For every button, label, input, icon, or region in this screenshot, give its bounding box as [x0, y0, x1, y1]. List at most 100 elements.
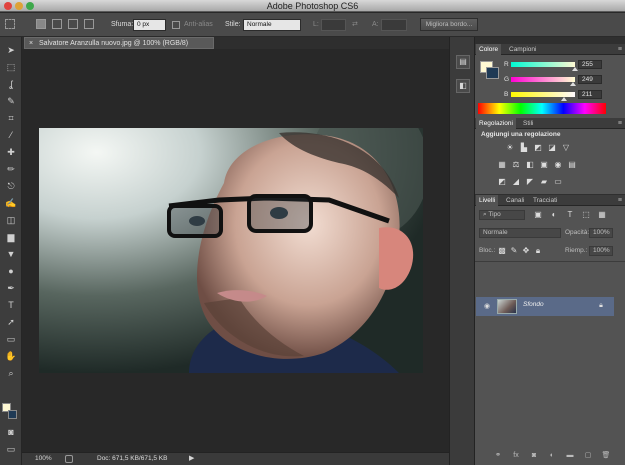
hand-tool-icon[interactable]: ✋ [3, 349, 19, 363]
layer-style-icon[interactable]: fx [511, 451, 521, 461]
brightness-contrast-icon[interactable]: ☀ [505, 143, 515, 153]
exposure-icon[interactable]: ◪ [547, 143, 557, 153]
screen-mode-icon[interactable]: ▭ [3, 442, 19, 456]
document-info-icon[interactable] [65, 455, 73, 463]
filter-shape-icon[interactable]: ⬚ [581, 210, 591, 220]
blend-mode-select[interactable]: Normale [479, 228, 561, 238]
threshold-icon[interactable]: ◤ [525, 177, 535, 187]
subtract-selection-icon[interactable] [68, 19, 78, 29]
eyedropper-tool-icon[interactable]: ⁄ [3, 128, 19, 142]
channel-mixer-icon[interactable]: ◉ [553, 160, 563, 170]
close-document-icon[interactable]: × [29, 38, 33, 49]
path-select-tool-icon[interactable]: ➚ [3, 315, 19, 329]
blur-tool-icon[interactable]: ▼ [3, 247, 19, 261]
document-canvas[interactable] [22, 49, 449, 452]
gradient-tool-icon[interactable]: ▆ [3, 230, 19, 244]
quick-mask-icon[interactable]: ◙ [3, 425, 19, 439]
adjustments-panel-menu-icon[interactable]: ≡ [618, 118, 622, 129]
opacity-input[interactable]: 100% [589, 228, 613, 238]
clone-stamp-tool-icon[interactable]: ⎋ [3, 179, 19, 193]
new-group-icon[interactable]: ▬ [565, 451, 575, 461]
tool-preset-icon[interactable] [5, 19, 15, 29]
channel-g-value[interactable]: 249 [578, 75, 602, 84]
type-tool-icon[interactable]: T [3, 298, 19, 312]
add-selection-icon[interactable] [52, 19, 62, 29]
hue-saturation-icon[interactable]: ▦ [497, 160, 507, 170]
new-selection-icon[interactable] [36, 19, 46, 29]
gradient-map-triangle-icon[interactable]: ▽ [561, 143, 571, 153]
color-panel-menu-icon[interactable]: ≡ [618, 44, 622, 55]
feather-input[interactable]: 0 px [133, 19, 166, 31]
intersect-selection-icon[interactable] [84, 19, 94, 29]
channel-r-slider[interactable] [511, 62, 575, 67]
color-background-swatch[interactable] [486, 67, 499, 79]
color-balance-icon[interactable]: ⚖ [511, 160, 521, 170]
layer-name[interactable]: Sfondo [523, 301, 544, 308]
lock-image-icon[interactable]: ✎ [509, 246, 519, 256]
layer-row-sfondo[interactable]: ◉ Sfondo 🔒︎ [476, 297, 614, 316]
channel-b-slider-marker[interactable] [560, 97, 567, 101]
tab-color[interactable]: Colore [476, 44, 502, 55]
document-tab[interactable]: × Salvatore Aranzulla nuovo.jpg @ 100% (… [24, 37, 214, 49]
tab-paths[interactable]: Tracciati [530, 195, 560, 206]
lock-transparent-icon[interactable]: ▩ [497, 246, 507, 256]
posterize-icon[interactable]: ◢ [511, 177, 521, 187]
zoom-level[interactable]: 100% [35, 453, 52, 465]
healing-brush-tool-icon[interactable]: ✚ [3, 145, 19, 159]
swap-dimensions-icon[interactable]: ⇄ [352, 13, 358, 37]
layer-mask-icon[interactable]: ◙ [529, 451, 539, 461]
quick-select-tool-icon[interactable]: ✎ [3, 94, 19, 108]
background-color-swatch[interactable] [8, 410, 17, 419]
black-white-icon[interactable]: ◧ [525, 160, 535, 170]
antialias-checkbox[interactable] [172, 21, 180, 29]
new-adjustment-layer-icon[interactable]: ◐ [547, 451, 557, 461]
properties-panel-icon[interactable]: ◧ [456, 79, 470, 93]
width-input[interactable] [321, 19, 346, 31]
fill-input[interactable]: 100% [589, 246, 613, 256]
delete-layer-icon[interactable]: 🗑︎ [601, 451, 611, 461]
filter-type-icon[interactable]: T [565, 210, 575, 220]
filter-smart-object-icon[interactable]: ▦ [597, 210, 607, 220]
eraser-tool-icon[interactable]: ◫ [3, 213, 19, 227]
zoom-tool-icon[interactable]: ⌕ [3, 366, 19, 380]
status-menu-arrow-icon[interactable]: ▶ [189, 453, 194, 465]
tab-swatches[interactable]: Campioni [506, 44, 539, 55]
lasso-tool-icon[interactable]: ʆ [3, 77, 19, 91]
style-select[interactable]: Normale [243, 19, 301, 31]
history-panel-icon[interactable]: ▤ [456, 55, 470, 69]
move-tool-icon[interactable]: ➤ [3, 43, 19, 57]
height-input[interactable] [381, 19, 407, 31]
marquee-tool-icon[interactable]: ⬚ [3, 60, 19, 74]
layers-panel-menu-icon[interactable]: ≡ [618, 195, 622, 206]
filter-pixel-icon[interactable]: ▣ [533, 210, 543, 220]
tab-layers[interactable]: Livelli [476, 195, 499, 206]
invert-icon[interactable]: ◩ [497, 177, 507, 187]
link-layers-icon[interactable]: ⚭ [493, 451, 503, 461]
levels-icon[interactable]: ▙ [519, 143, 529, 153]
channel-b-value[interactable]: 211 [578, 90, 602, 99]
channel-g-slider-marker[interactable] [570, 82, 577, 86]
lock-all-icon[interactable]: 🔒︎ [533, 246, 543, 256]
tab-adjustments[interactable]: Regolazioni [476, 118, 516, 129]
shape-tool-icon[interactable]: ▭ [3, 332, 19, 346]
tab-channels[interactable]: Canali [503, 195, 527, 206]
color-lookup-icon[interactable]: ▤ [567, 160, 577, 170]
document-image[interactable] [39, 128, 423, 373]
selective-color-icon[interactable]: ▰ [539, 177, 549, 187]
history-brush-tool-icon[interactable]: ✍ [3, 196, 19, 210]
pen-tool-icon[interactable]: ✒ [3, 281, 19, 295]
layer-visibility-eye-icon[interactable]: ◉ [482, 302, 492, 312]
lock-position-icon[interactable]: ✥ [521, 246, 531, 256]
filter-adjustment-icon[interactable]: ◐ [549, 210, 559, 220]
curves-icon[interactable]: ◩ [533, 143, 543, 153]
tab-styles[interactable]: Stili [520, 118, 536, 129]
channel-r-slider-marker[interactable] [572, 67, 578, 71]
dodge-tool-icon[interactable]: ● [3, 264, 19, 278]
crop-tool-icon[interactable]: ⌗ [3, 111, 19, 125]
channel-r-value[interactable]: 255 [578, 60, 602, 69]
gradient-map-icon[interactable]: ▭ [553, 177, 563, 187]
brush-tool-icon[interactable]: ✏ [3, 162, 19, 176]
layer-filter-select[interactable]: ⌕ Tipo [479, 210, 525, 220]
photo-filter-icon[interactable]: ▣ [539, 160, 549, 170]
new-layer-icon[interactable]: ▢ [583, 451, 593, 461]
